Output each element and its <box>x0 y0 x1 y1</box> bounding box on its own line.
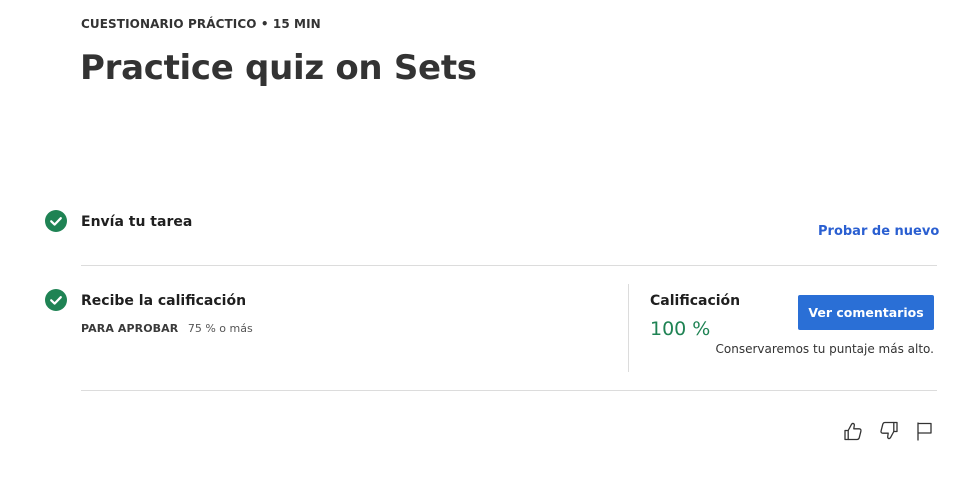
grade-label: Calificación <box>650 293 741 309</box>
grade-step-title: Recibe la calificación <box>81 293 247 309</box>
retry-link[interactable]: Probar de nuevo <box>818 224 939 239</box>
quiz-type-label: CUESTIONARIO PRÁCTICO • 15 MIN <box>81 17 321 31</box>
quiz-page: CUESTIONARIO PRÁCTICO • 15 MIN Practice … <box>0 0 970 479</box>
divider <box>81 390 937 391</box>
thumbs-up-icon[interactable] <box>842 420 864 442</box>
pass-requirement: PARA APROBAR 75 % o más <box>81 322 253 335</box>
submit-step-title: Envía tu tarea <box>81 214 193 230</box>
page-title: Practice quiz on Sets <box>80 48 477 88</box>
pass-value: 75 % o más <box>187 322 253 335</box>
grade-value: 100 % <box>650 318 711 340</box>
check-circle-icon <box>45 210 67 232</box>
thumbs-down-icon[interactable] <box>878 420 900 442</box>
keep-highest-score-note: Conservaremos tu puntaje más alto. <box>715 342 935 356</box>
pass-label: PARA APROBAR <box>81 322 179 335</box>
vertical-divider <box>628 284 629 372</box>
flag-icon[interactable] <box>913 420 935 442</box>
divider <box>81 265 937 266</box>
view-feedback-button[interactable]: Ver comentarios <box>798 295 934 330</box>
check-circle-icon <box>45 289 67 311</box>
